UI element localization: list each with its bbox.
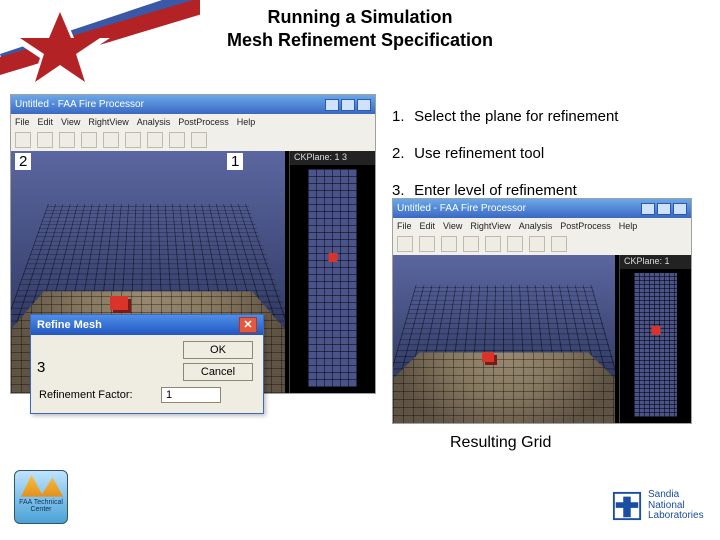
cancel-button[interactable]: Cancel xyxy=(183,363,253,381)
instruction-3: 3. Enter level of refinement xyxy=(392,182,712,199)
menu-analysis[interactable]: Analysis xyxy=(519,221,553,231)
dialog-titlebar: Refine Mesh ✕ xyxy=(31,315,263,335)
window-controls xyxy=(325,99,371,111)
callout-2: 2 xyxy=(15,153,31,170)
menu-view[interactable]: View xyxy=(443,221,462,231)
slide-title: Running a Simulation Mesh Refinement Spe… xyxy=(0,6,720,51)
plane-label: CKPlane: 1 xyxy=(620,255,691,269)
menu-view[interactable]: View xyxy=(61,117,80,127)
callout-3: 3 xyxy=(37,359,45,376)
plane-panel[interactable]: CKPlane: 1 xyxy=(619,255,691,423)
plane-panel[interactable]: CKPlane: 1 3 xyxy=(289,151,375,393)
minimize-button[interactable] xyxy=(325,99,339,111)
tool-button[interactable] xyxy=(169,132,185,148)
refine-mesh-dialog: Refine Mesh ✕ 3 OK Cancel Refinement Fac… xyxy=(30,314,264,414)
refinement-factor-label: Refinement Factor: xyxy=(39,389,133,401)
dialog-body: 3 OK Cancel Refinement Factor: xyxy=(31,335,263,413)
tool-button[interactable] xyxy=(397,236,413,252)
thunderbird-icon xyxy=(612,491,642,521)
plane-label: CKPlane: 1 3 xyxy=(290,151,375,165)
plane-fire-marker xyxy=(651,326,660,335)
sandia-logo: Sandia National Laboratories xyxy=(612,486,708,526)
maximize-button[interactable] xyxy=(657,203,671,215)
menu-edit[interactable]: Edit xyxy=(420,221,436,231)
tool-button[interactable] xyxy=(59,132,75,148)
plane-strip-refined xyxy=(634,273,677,417)
tool-button[interactable] xyxy=(507,236,523,252)
instruction-1: 1. Select the plane for refinement xyxy=(392,108,712,125)
menubar: File Edit View RightView Analysis PostPr… xyxy=(11,114,375,129)
title-line-1: Running a Simulation xyxy=(0,6,720,29)
window-controls xyxy=(641,203,687,215)
tool-button[interactable] xyxy=(529,236,545,252)
tool-button[interactable] xyxy=(441,236,457,252)
minimize-button[interactable] xyxy=(641,203,655,215)
ok-button[interactable]: OK xyxy=(183,341,253,359)
hull-geometry xyxy=(393,352,615,423)
toolbar xyxy=(393,233,691,255)
menu-rightview[interactable]: RightView xyxy=(470,221,510,231)
tool-button[interactable] xyxy=(419,236,435,252)
callout-1: 1 xyxy=(227,153,243,170)
instruction-2: 2. Use refinement tool xyxy=(392,145,712,162)
tool-button[interactable] xyxy=(463,236,479,252)
menu-rightview[interactable]: RightView xyxy=(88,117,128,127)
faa-logo-text: FAA Technical Center xyxy=(19,499,63,513)
title-line-2: Mesh Refinement Specification xyxy=(0,29,720,52)
tool-button[interactable] xyxy=(15,132,31,148)
faa-logo: FAA Technical Center xyxy=(14,470,68,524)
toolbar xyxy=(11,129,375,151)
refinement-factor-input[interactable] xyxy=(161,387,221,403)
window-titlebar: Untitled - FAA Fire Processor xyxy=(11,95,375,114)
fire-source-marker xyxy=(482,352,494,362)
plane-fire-marker xyxy=(328,253,337,262)
tool-button[interactable] xyxy=(103,132,119,148)
tool-button[interactable] xyxy=(485,236,501,252)
view-3d[interactable] xyxy=(393,255,615,423)
window-titlebar: Untitled - FAA Fire Processor xyxy=(393,199,691,218)
menu-postprocess[interactable]: PostProcess xyxy=(178,117,229,127)
sandia-logo-text: Sandia National Laboratories xyxy=(648,490,704,522)
close-button[interactable] xyxy=(673,203,687,215)
dialog-close-button[interactable]: ✕ xyxy=(239,317,257,333)
plane-strip xyxy=(308,169,357,387)
result-app-window: Untitled - FAA Fire Processor File Edit … xyxy=(392,198,692,424)
menubar: File Edit View RightView Analysis PostPr… xyxy=(393,218,691,233)
tool-button[interactable] xyxy=(551,236,567,252)
fire-source-marker xyxy=(110,296,128,310)
resulting-grid-caption: Resulting Grid xyxy=(450,434,551,452)
tool-button[interactable] xyxy=(147,132,163,148)
window-title: Untitled - FAA Fire Processor xyxy=(15,99,144,110)
menu-help[interactable]: Help xyxy=(619,221,638,231)
menu-edit[interactable]: Edit xyxy=(38,117,54,127)
tool-button[interactable] xyxy=(37,132,53,148)
maximize-button[interactable] xyxy=(341,99,355,111)
tool-button[interactable] xyxy=(125,132,141,148)
menu-file[interactable]: File xyxy=(397,221,412,231)
viewport-area: CKPlane: 1 xyxy=(393,255,691,423)
tool-button[interactable] xyxy=(81,132,97,148)
menu-help[interactable]: Help xyxy=(237,117,256,127)
tool-button[interactable] xyxy=(191,132,207,148)
menu-file[interactable]: File xyxy=(15,117,30,127)
menu-postprocess[interactable]: PostProcess xyxy=(560,221,611,231)
window-title: Untitled - FAA Fire Processor xyxy=(397,203,526,214)
menu-analysis[interactable]: Analysis xyxy=(137,117,171,127)
dialog-title: Refine Mesh xyxy=(37,319,102,331)
close-button[interactable] xyxy=(357,99,371,111)
